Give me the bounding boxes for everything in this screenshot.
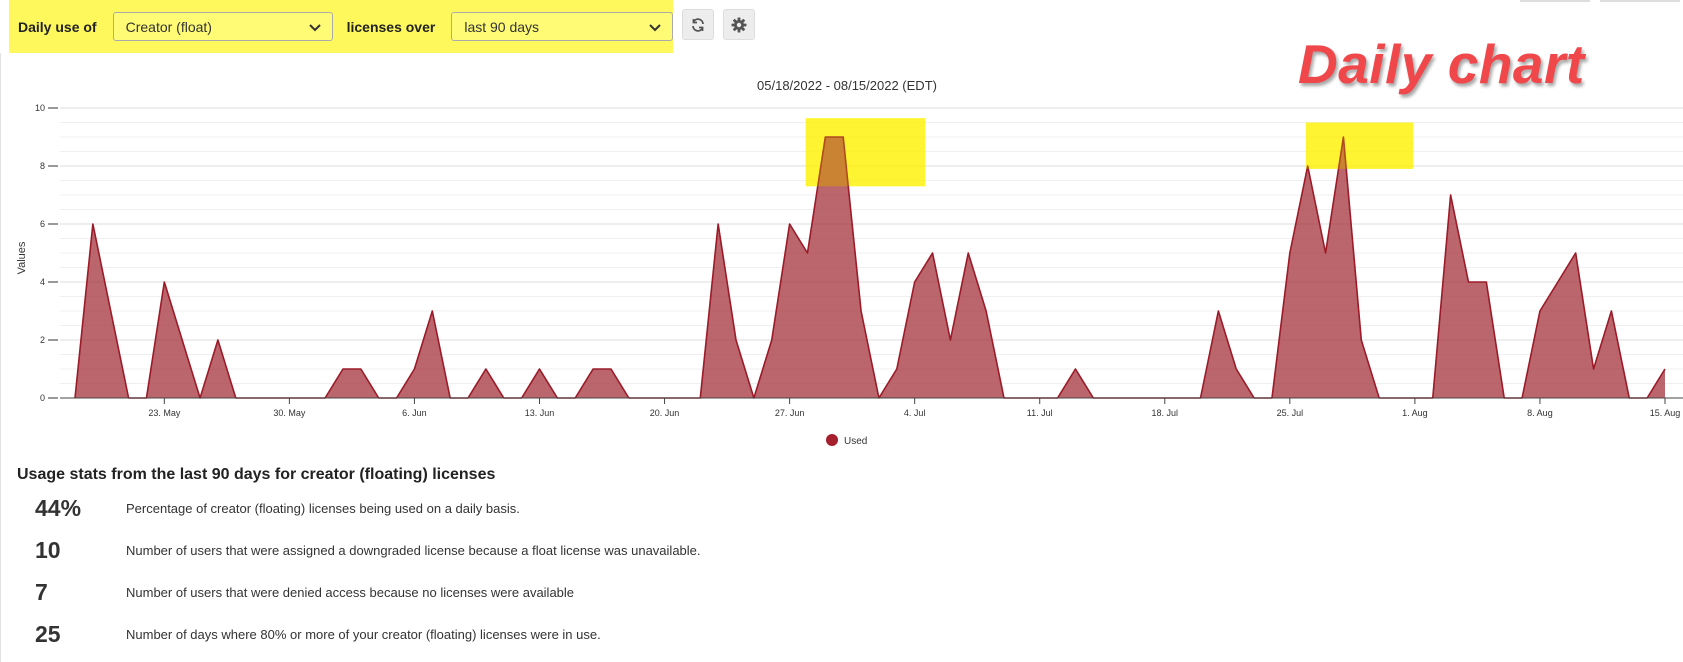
stat-description: Number of users that were assigned a dow… [126,535,701,567]
y-axis: 0 2 4 6 8 10 [35,103,58,403]
tab-edge [1600,0,1680,2]
y-axis-label: Values [16,241,28,274]
x-tick-label: 23. May [148,408,181,418]
license-type-value: Creator (float) [126,19,212,35]
stat-row: 25 Number of days where 80% or more of y… [0,619,900,649]
x-axis: 23. May 30. May 6. Jun 13. Jun 20. Jun 27. Ju… [60,398,1683,418]
x-tick-label: 11. Jul [1027,408,1053,418]
y-tick-label: 6 [40,219,45,229]
y-tick-label: 0 [40,393,45,403]
license-type-select[interactable]: Creator (float) [113,12,333,41]
x-tick-label: 13. Jun [525,408,555,418]
refresh-button[interactable] [682,9,714,40]
chevron-down-icon [648,20,662,34]
tab-edge [1520,0,1590,2]
daily-use-label: Daily use of [18,19,97,35]
series-used [75,118,1665,398]
y-tick-label: 8 [40,161,45,171]
usage-stats-heading: Usage stats from the last 90 days for cr… [17,466,495,484]
y-tick-label: 10 [35,103,45,113]
stat-value: 7 [35,577,48,607]
x-tick-label: 18. Jul [1152,408,1179,418]
stat-row: 44% Percentage of creator (floating) lic… [0,493,900,523]
stat-row: 7 Number of users that were denied acces… [0,577,900,607]
stat-value: 44% [35,493,81,523]
x-tick-label: 27. Jun [775,408,805,418]
stat-row: 10 Number of users that were assigned a … [0,535,900,565]
refresh-icon [690,17,706,33]
x-tick-label: 15. Aug [1650,408,1681,418]
legend-marker-used [826,434,838,446]
x-tick-label: 1. Aug [1402,408,1428,418]
legend[interactable]: Used [826,434,867,447]
settings-button[interactable] [723,9,755,40]
x-tick-label: 30. May [273,408,306,418]
highlight-overlay [1306,123,1413,169]
x-tick-label: 25. Jul [1277,408,1304,418]
y-tick-label: 4 [40,277,45,287]
time-range-select[interactable]: last 90 days [451,12,673,41]
stat-description: Number of users that were denied access … [126,577,574,609]
gear-icon [731,17,747,33]
x-tick-label: 6. Jun [402,408,427,418]
stat-description: Number of days where 80% or more of your… [126,619,601,651]
licenses-over-label: licenses over [347,19,436,35]
highlight-overlay [806,118,926,186]
chevron-down-icon [308,20,322,34]
x-tick-label: 4. Jul [904,408,926,418]
stat-description: Percentage of creator (floating) license… [126,493,520,525]
daily-usage-chart: 05/18/2022 - 08/15/2022 (EDT) Values 0 2 4… [0,60,1683,456]
stat-value: 10 [35,535,61,565]
time-range-value: last 90 days [464,19,539,35]
y-tick-label: 2 [40,335,45,345]
stat-value: 25 [35,619,61,649]
x-tick-label: 20. Jun [650,408,680,418]
chart-title: 05/18/2022 - 08/15/2022 (EDT) [757,78,937,93]
legend-label-used: Used [844,436,867,447]
x-tick-label: 8. Aug [1527,408,1553,418]
toolbar: Daily use of Creator (float) licenses ov… [9,0,769,53]
